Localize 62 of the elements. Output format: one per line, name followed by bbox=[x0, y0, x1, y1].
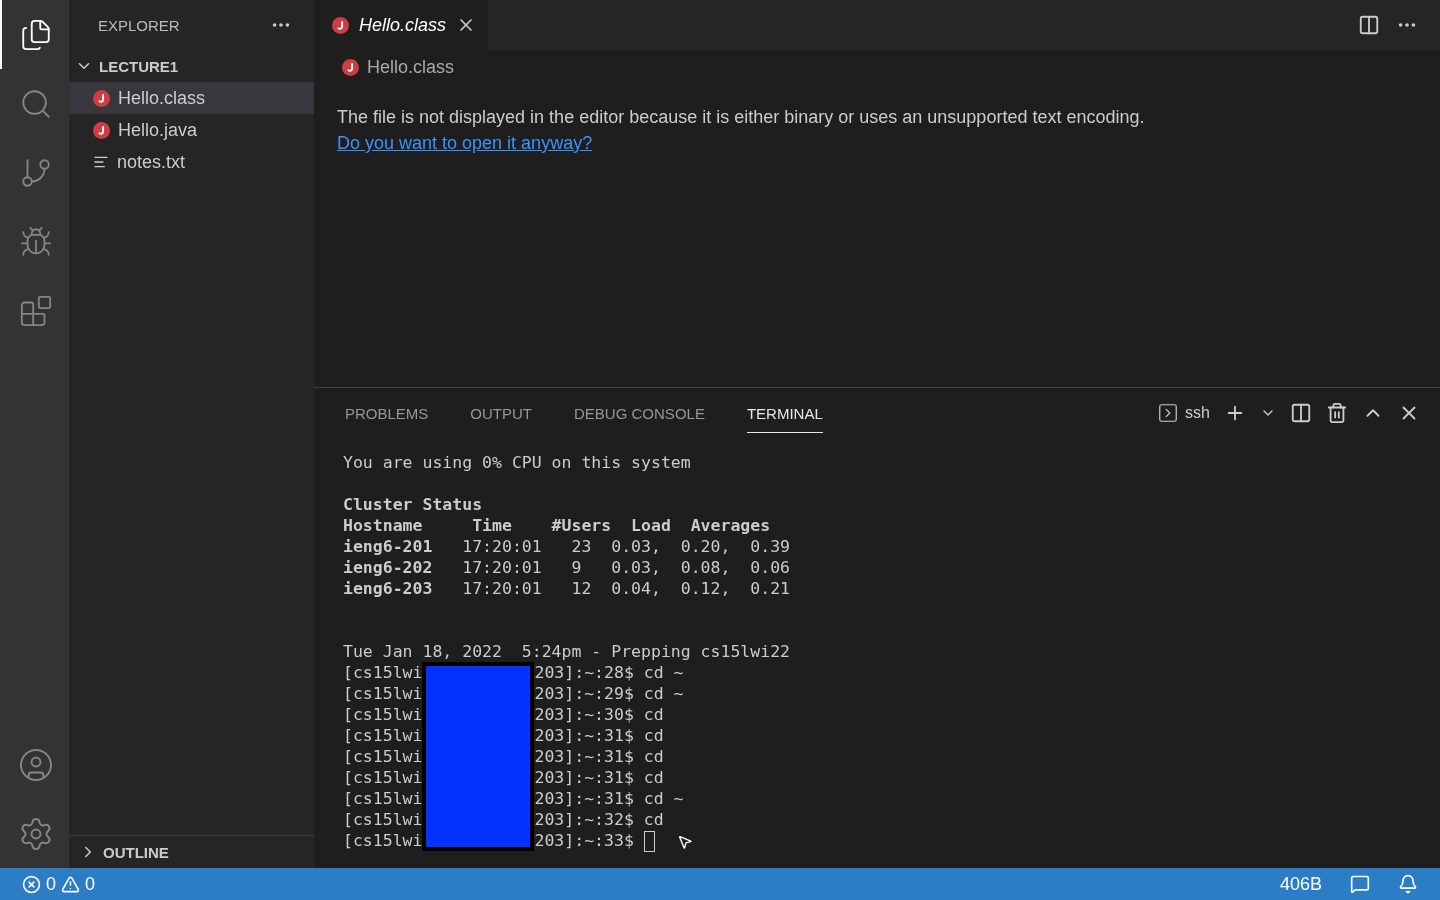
file-item[interactable]: Hello.class bbox=[69, 82, 314, 114]
editor-tab[interactable]: Hello.class bbox=[314, 0, 489, 50]
folder-header[interactable]: LECTURE1 bbox=[69, 50, 314, 82]
terminal-line: Cluster Status bbox=[343, 494, 484, 515]
bell-icon[interactable] bbox=[1398, 874, 1418, 894]
terminal-line: Hostname Time #Users Load Averages bbox=[343, 515, 772, 536]
feedback-icon[interactable] bbox=[1350, 874, 1370, 894]
terminal-line: [cs15lwi bbox=[343, 725, 423, 746]
terminal-line: [cs15lwi bbox=[343, 746, 423, 767]
panel-tab[interactable]: DEBUG CONSOLE bbox=[574, 393, 705, 433]
terminal-line: ieng6-203 17:20:01 12 0.04, 0.12, 0.21 bbox=[343, 578, 792, 599]
terminal-line: 203]:~:31$ cd bbox=[534, 726, 664, 745]
outline-header[interactable]: OUTLINE bbox=[73, 836, 314, 868]
open-anyway-link[interactable]: Do you want to open it anyway? bbox=[337, 133, 593, 153]
terminal-line: 203]:~:33$ bbox=[534, 831, 634, 850]
terminal-line: 203]:~:30$ cd bbox=[534, 705, 664, 724]
terminal-line: [cs15lwi bbox=[343, 767, 423, 788]
trash-icon[interactable] bbox=[1326, 402, 1348, 424]
java-file-icon bbox=[93, 89, 110, 107]
terminal-line: 203]:~:29$ cd ~ bbox=[534, 684, 684, 703]
panel-tab[interactable]: PROBLEMS bbox=[345, 393, 429, 433]
terminal-line: Tue Jan 18, 2022 5:24pm - Prepping cs15lwi22 bbox=[343, 641, 792, 662]
mouse-pointer-icon bbox=[676, 833, 693, 850]
terminal-line: [cs15lwi bbox=[343, 683, 423, 704]
java-file-icon bbox=[342, 58, 359, 76]
error-icon bbox=[22, 874, 41, 894]
breadcrumb[interactable]: Hello.class bbox=[367, 56, 455, 78]
terminal-line: 203]:~:31$ cd ~ bbox=[534, 789, 684, 808]
terminal-line: 203]:~:31$ cd bbox=[534, 768, 664, 787]
terminal-line: You are using 0% CPU on this system bbox=[343, 452, 692, 473]
terminal-line: [cs15lwi bbox=[343, 830, 423, 851]
terminal-line: 203]:~:28$ cd ~ bbox=[534, 663, 684, 682]
file-item[interactable]: notes.txt bbox=[69, 146, 314, 178]
terminal-line: 203]:~:31$ cd bbox=[534, 747, 664, 766]
panel-tab[interactable]: OUTPUT bbox=[470, 393, 533, 433]
terminal-line: [cs15lwi bbox=[343, 704, 423, 725]
problems-status[interactable]: 0 0 bbox=[22, 873, 96, 895]
error-count: 0 bbox=[46, 873, 56, 895]
file-size: 406B bbox=[1279, 873, 1322, 895]
split-editor-icon[interactable] bbox=[1358, 14, 1380, 36]
terminal-line: [cs15lwi bbox=[343, 809, 423, 830]
terminal-cursor bbox=[643, 831, 655, 852]
bug-icon bbox=[18, 224, 53, 259]
terminal-line: [cs15lwi bbox=[343, 662, 423, 683]
terminal-line: ieng6-202 17:20:01 9 0.03, 0.08, 0.06 bbox=[343, 557, 792, 578]
panel-tab[interactable]: TERMINAL bbox=[746, 393, 823, 433]
warning-count: 0 bbox=[85, 873, 96, 895]
account-icon bbox=[17, 746, 54, 783]
blocks-icon bbox=[18, 293, 53, 328]
terminal-selector[interactable]: ssh bbox=[1157, 402, 1210, 424]
binary-file-message: The file is not displayed in the editor because it is either binary or uses an unsupported text encoding. Do you want to open it anyway? bbox=[337, 106, 1146, 155]
java-file-icon bbox=[93, 121, 110, 139]
terminal-icon bbox=[1157, 402, 1180, 424]
terminal-line: ieng6-201 17:20:01 23 0.03, 0.20, 0.39 bbox=[343, 536, 792, 557]
sidebar-title: EXPLORER bbox=[98, 16, 180, 34]
terminal-line: [cs15lwi bbox=[343, 788, 423, 809]
terminal-line: 203]:~:32$ cd bbox=[534, 810, 664, 829]
file-item[interactable]: Hello.java bbox=[69, 114, 314, 146]
warning-icon bbox=[61, 874, 80, 894]
split-terminal-icon[interactable] bbox=[1290, 402, 1312, 424]
java-file-icon bbox=[332, 16, 349, 34]
text-file-icon bbox=[93, 154, 109, 170]
